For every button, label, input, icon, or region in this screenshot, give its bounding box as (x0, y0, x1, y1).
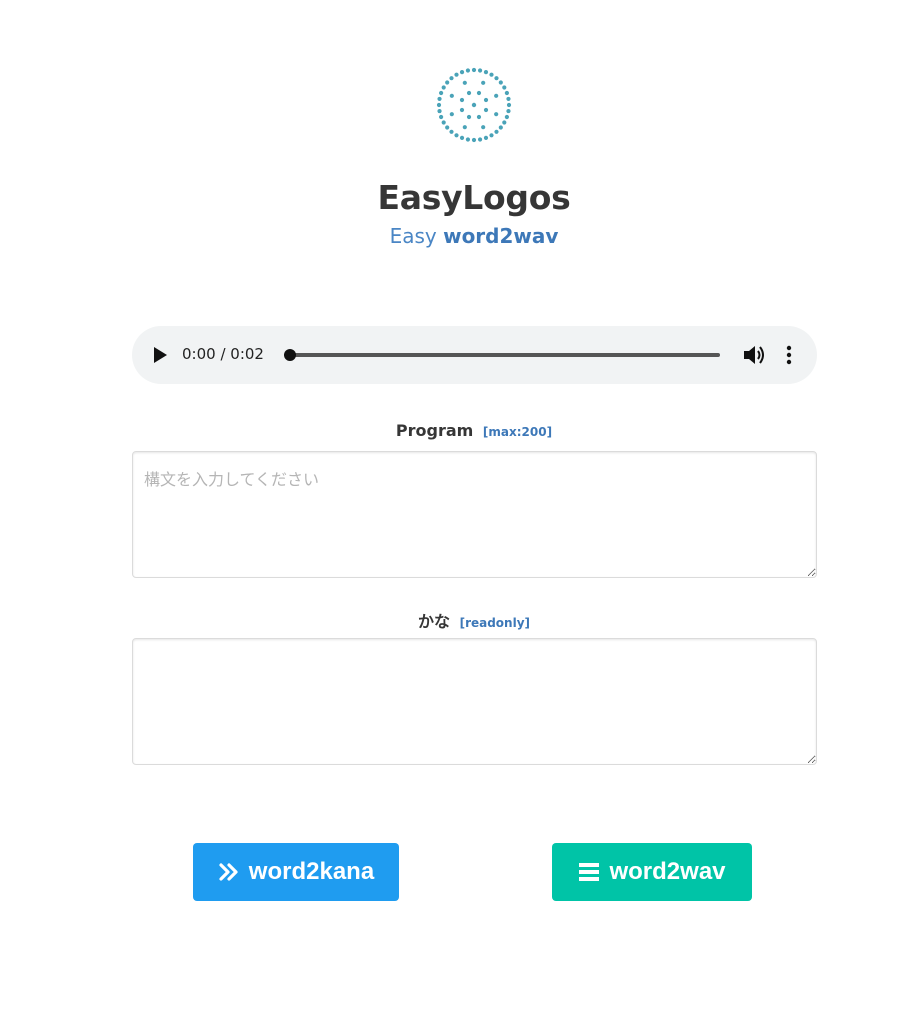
program-max-tag: [max:200] (482, 425, 553, 439)
volume-icon[interactable] (742, 344, 766, 366)
subtitle-emphasis: word2wav (443, 224, 559, 248)
audio-current-time: 0:00 (182, 345, 216, 363)
audio-player[interactable]: 0:00 / 0:02 (132, 326, 817, 384)
word2kana-button[interactable]: word2kana (193, 843, 399, 901)
program-label-text: Program (395, 421, 474, 440)
audio-seek-thumb[interactable] (284, 349, 296, 361)
page-title: EasyLogos (377, 178, 571, 217)
word2wav-button[interactable]: word2wav (552, 843, 752, 901)
program-label: Program [max:200] (0, 421, 903, 440)
more-vert-icon[interactable] (782, 344, 796, 366)
play-icon[interactable] (154, 347, 167, 363)
audio-duration: 0:02 (230, 345, 264, 363)
kana-readonly-tag: [readonly] (459, 616, 531, 630)
audio-time: 0:00 / 0:02 (182, 345, 264, 363)
program-input[interactable] (132, 451, 817, 578)
audio-time-separator: / (215, 345, 231, 363)
page-subtitle: Easy word2wav (0, 224, 903, 248)
kana-label: かな [readonly] (0, 608, 903, 632)
bars-icon (579, 863, 600, 881)
kana-label-text: かな (417, 612, 450, 631)
word2wav-button-label: word2wav (609, 858, 726, 885)
dotted-circle-logo-icon (436, 67, 512, 143)
subtitle-prefix: Easy (389, 224, 437, 248)
audio-seek-bar[interactable] (288, 353, 720, 357)
angle-double-right-icon (219, 863, 238, 881)
kana-output[interactable] (132, 638, 817, 765)
word2kana-button-label: word2kana (248, 858, 375, 885)
